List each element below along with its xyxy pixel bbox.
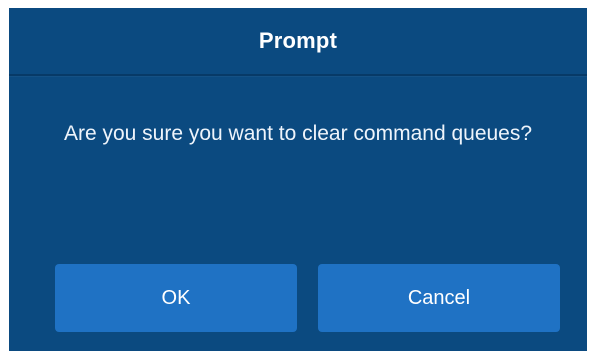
prompt-dialog: Prompt Are you sure you want to clear co… [9, 8, 587, 351]
ok-button[interactable]: OK [55, 264, 297, 332]
dialog-body: Are you sure you want to clear command q… [9, 108, 587, 159]
cancel-button[interactable]: Cancel [318, 264, 560, 332]
dialog-title: Prompt [258, 28, 338, 53]
dialog-header: Prompt [9, 8, 587, 76]
dialog-footer: OK Cancel [9, 264, 587, 332]
dialog-message: Are you sure you want to clear command q… [63, 122, 533, 145]
